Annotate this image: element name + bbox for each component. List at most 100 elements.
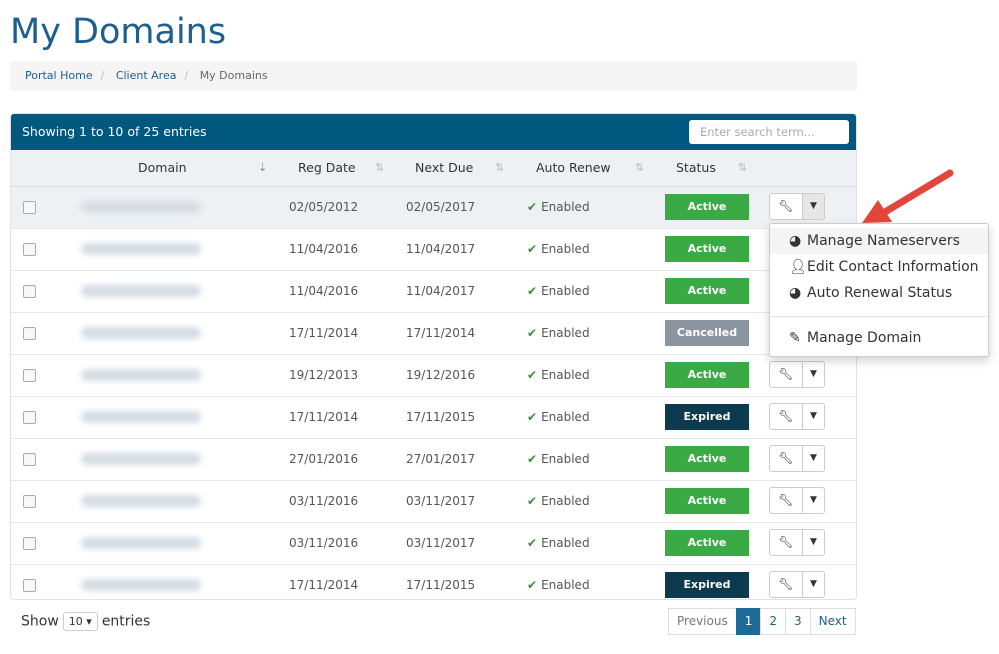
status-badge: Active [665,362,749,388]
table-row[interactable]: 03/11/2016 03/11/2017 ✔ Enabled Active 🔧︎… [11,481,856,523]
check-icon: ✔ [527,494,538,508]
sort-icon[interactable]: ⇅ [738,150,747,186]
sort-icon[interactable]: ⇣ [258,150,267,186]
row-checkbox[interactable] [23,411,36,424]
next-due: 03/11/2017 [406,536,476,550]
breadcrumb-portal-home[interactable]: Portal Home [25,69,93,82]
wrench-icon[interactable]: 🔧︎ [770,194,803,219]
row-checkbox[interactable] [23,327,36,340]
row-actions: 🔧︎▼ [769,529,825,556]
caret-down-icon[interactable]: ▼ [803,488,824,513]
table-row[interactable]: 19/12/2013 19/12/2016 ✔ Enabled Active 🔧︎… [11,355,856,397]
page-2-button[interactable]: 2 [760,608,786,635]
check-icon: ✔ [527,536,538,550]
caret-down-icon[interactable]: ▼ [803,572,824,597]
wrench-icon[interactable]: 🔧︎ [770,362,803,387]
row-checkbox[interactable] [23,369,36,382]
col-next-due[interactable]: Next Due [415,150,473,186]
menu-item-manage-domain[interactable]: ✎ Manage Domain [770,325,988,351]
page-3-button[interactable]: 3 [785,608,811,635]
row-actions: 🔧︎▼ [769,445,825,472]
wrench-icon[interactable]: 🔧︎ [770,572,803,597]
next-due: 17/11/2015 [406,410,476,424]
domain-name-redacted[interactable] [81,579,201,591]
caret-down-icon[interactable]: ▼ [803,404,824,429]
table-row[interactable]: 17/11/2014 17/11/2015 ✔ Enabled Expired 🔧… [11,565,856,599]
wrench-icon[interactable]: 🔧︎ [770,404,803,429]
table-row[interactable]: 27/01/2016 27/01/2017 ✔ Enabled Active 🔧︎… [11,439,856,481]
row-checkbox[interactable] [23,537,36,550]
table-row[interactable]: 11/04/2016 11/04/2017 ✔Enabled Active 🔧︎… [11,271,856,313]
breadcrumb-client-area[interactable]: Client Area [116,69,177,82]
col-status[interactable]: Status [676,150,716,186]
domain-name-redacted[interactable] [81,327,201,339]
domain-name-redacted[interactable] [81,411,201,423]
reg-date: 11/04/2016 [289,284,359,298]
check-icon: ✔ [527,326,538,340]
caret-down-icon[interactable]: ▼ [802,194,824,219]
check-icon: ✔ [527,284,538,298]
auto-renew: ✔ Enabled [527,200,590,214]
reg-date: 17/11/2014 [289,410,359,424]
domain-name-redacted[interactable] [81,369,201,381]
sort-icon[interactable]: ⇅ [635,150,644,186]
reg-date: 27/01/2016 [289,452,359,466]
col-domain[interactable]: Domain [138,150,187,186]
auto-renew: ✔ Enabled [527,452,590,466]
col-auto-renew[interactable]: Auto Renew [536,150,611,186]
annotation-arrow [862,169,954,223]
domain-name-redacted[interactable] [81,285,201,297]
menu-item-auto-renewal[interactable]: ◕ Auto Renewal Status [770,280,988,306]
entries-select[interactable]: 10 ▾ [62,612,98,631]
domain-name-redacted[interactable] [81,201,201,213]
row-checkbox[interactable] [23,285,36,298]
search-input[interactable] [689,120,849,144]
wrench-icon[interactable]: 🔧︎ [770,530,803,555]
status-badge: Active [665,530,749,556]
domain-name-redacted[interactable] [81,495,201,507]
next-button[interactable]: Next [809,608,856,635]
row-actions: 🔧︎▼ [769,487,825,514]
table-body: 02/05/2012 02/05/2017 ✔ Enabled Active 🔧︎… [11,187,856,599]
domain-name-redacted[interactable] [81,243,201,255]
status-badge: Active [665,278,749,304]
auto-renew: ✔ Enabled [527,368,590,382]
status-badge: Active [665,194,749,220]
row-checkbox[interactable] [23,495,36,508]
caret-down-icon[interactable]: ▼ [803,362,824,387]
row-checkbox[interactable] [23,243,36,256]
row-checkbox[interactable] [23,579,36,592]
domain-name-redacted[interactable] [81,537,201,549]
auto-renew: ✔ Enabled [527,494,590,508]
previous-button[interactable]: Previous [668,608,737,635]
check-icon: ✔ [527,452,538,466]
check-icon: ✔ [527,578,538,592]
breadcrumb-current: My Domains [199,69,268,82]
next-due: 19/12/2016 [406,368,476,382]
table-row[interactable]: 02/05/2012 02/05/2017 ✔ Enabled Active 🔧︎… [11,187,856,229]
sort-icon[interactable]: ⇅ [495,150,504,186]
pagination: Previous 1 2 3 Next [668,608,856,635]
page-1-button[interactable]: 1 [735,608,762,635]
col-reg-date[interactable]: Reg Date [298,150,356,186]
caret-down-icon[interactable]: ▼ [803,530,824,555]
row-checkbox[interactable] [23,201,36,214]
menu-item-edit-contact[interactable]: 👤︎Edit Contact Information [770,254,988,280]
wrench-icon[interactable]: 🔧︎ [770,446,803,471]
caret-down-icon[interactable]: ▼ [803,446,824,471]
table-row[interactable]: 03/11/2016 03/11/2017 ✔ Enabled Active 🔧︎… [11,523,856,565]
panel-header: Showing 1 to 10 of 25 entries [11,114,856,150]
table-row[interactable]: 11/04/2016 11/04/2017 ✔Enabled Active 🔧︎… [11,229,856,271]
sort-icon[interactable]: ⇅ [375,150,384,186]
table-row[interactable]: 17/11/2014 17/11/2015 ✔ Enabled Expired 🔧… [11,397,856,439]
breadcrumb: Portal Home / Client Area / My Domains [10,61,857,91]
table-row[interactable]: 17/11/2014 17/11/2014 ✔ Enabled Cancelled… [11,313,856,355]
next-due: 17/11/2014 [406,326,476,340]
row-checkbox[interactable] [23,453,36,466]
wrench-icon[interactable]: 🔧︎ [770,488,803,513]
next-due: 11/04/2017 [406,242,476,256]
user-icon: 👤︎ [789,259,807,275]
next-due: 11/04/2017 [406,284,476,298]
domain-name-redacted[interactable] [81,453,201,465]
row-actions: 🔧︎▼ [769,403,825,430]
